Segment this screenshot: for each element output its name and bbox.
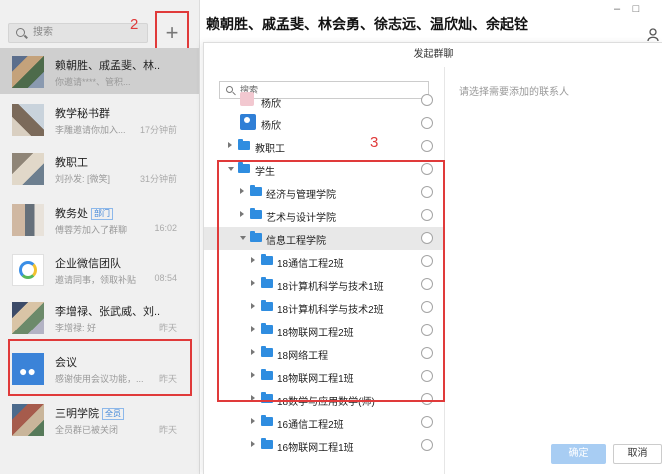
- conversation-item[interactable]: 三明学院 全员 全员群已被关闭 昨天: [0, 396, 199, 442]
- cancel-button[interactable]: 取消: [613, 444, 662, 464]
- conversation-item[interactable]: 教职工 刘孙发: [微笑] 31分钟前: [0, 145, 199, 191]
- annotation-2: 2: [130, 16, 139, 33]
- select-checkbox[interactable]: [421, 416, 433, 428]
- contact-label: 杨欣: [261, 121, 281, 132]
- conversation-name: 李增禄、张武威、刘...: [55, 306, 160, 318]
- expand-arrow-icon[interactable]: [251, 441, 255, 447]
- avatar: [12, 56, 44, 88]
- select-checkbox[interactable]: [421, 439, 433, 451]
- avatar: [240, 92, 254, 106]
- member-icon[interactable]: [647, 28, 659, 41]
- folder-icon: [261, 438, 273, 449]
- conversation-item[interactable]: 企业微信团队 邀请同事，领取补贴 08:54: [0, 246, 199, 292]
- search-placeholder: 搜索: [33, 27, 53, 38]
- contact-row[interactable]: 杨欣: [204, 112, 444, 135]
- search-input[interactable]: 搜索: [8, 23, 148, 43]
- conversation-item[interactable]: 赖朝胜、戚孟斐、林... 你邀请****、管积...: [0, 48, 199, 94]
- conversation-time: 31分钟前: [139, 174, 177, 184]
- node-label: 16通信工程2班: [277, 420, 344, 431]
- all-staff-badge: 全员: [102, 408, 124, 420]
- conversation-time: 17分钟前: [139, 125, 177, 135]
- highlight-box: [217, 160, 445, 402]
- annotation-3: 3: [370, 134, 379, 151]
- conversation-name: 三明学院 全员: [55, 405, 160, 421]
- select-checkbox[interactable]: [421, 117, 433, 129]
- conversation-item[interactable]: 教务处 部门 傅蓉芳加入了群聊 16:02: [0, 196, 199, 242]
- node-label: 16物联网工程1班: [277, 443, 354, 454]
- conversation-time: 昨天: [158, 425, 177, 435]
- conversation-preview: 傅蓉芳加入了群聊: [55, 225, 128, 235]
- minimize-button[interactable]: –: [610, 3, 624, 15]
- conversation-time: 08:54: [154, 273, 177, 283]
- chat-title: 赖朝胜、戚孟斐、林会勇、徐志远、温欣灿、余起铨: [206, 16, 528, 32]
- conversation-name: 赖朝胜、戚孟斐、林...: [55, 60, 160, 72]
- conversation-time: 昨天: [158, 323, 177, 333]
- conversation-preview: 你邀请****、管积...: [55, 77, 131, 87]
- tree-node[interactable]: 教职工: [204, 135, 444, 158]
- conversation-preview: 李雕邀请你加入...: [55, 125, 126, 135]
- conversation-preview: 刘孙发: [微笑]: [55, 174, 111, 184]
- avatar: [240, 114, 256, 130]
- conversation-name: 教职工: [55, 157, 88, 169]
- dialog-title: 发起群聊: [413, 49, 454, 60]
- conversation-preview: 邀请同事，领取补贴: [55, 275, 137, 285]
- folder-icon: [238, 139, 250, 150]
- conversation-item[interactable]: 教学秘书群 李雕邀请你加入... 17分钟前: [0, 96, 199, 142]
- confirm-button[interactable]: 确定: [551, 444, 606, 464]
- conversation-name: 企业微信团队: [55, 258, 121, 270]
- department-badge: 部门: [91, 208, 113, 220]
- conversation-time: 16:02: [154, 223, 177, 233]
- tree-node[interactable]: 16通信工程2班: [204, 411, 444, 434]
- folder-icon: [261, 415, 273, 426]
- avatar: [12, 104, 44, 136]
- highlight-box: [8, 339, 192, 396]
- wecom-logo-icon: [12, 254, 44, 286]
- avatar: [12, 302, 44, 334]
- expand-arrow-icon[interactable]: [228, 142, 232, 148]
- conversation-panel: 搜索 + 2 赖朝胜、戚孟斐、林... 你邀请****、管积... 教学秘书群 …: [0, 0, 200, 474]
- conversation-item[interactable]: 李增禄、张武威、刘... 李增禄: 好 昨天: [0, 294, 199, 340]
- conversation-name: 教务处 部门: [55, 205, 160, 221]
- conversation-preview: 全员群已被关闭: [55, 425, 119, 435]
- avatar: [12, 204, 44, 236]
- tree-node[interactable]: 16物联网工程1班: [204, 434, 444, 457]
- conversation-preview: 李增禄: 好: [55, 323, 97, 333]
- node-label: 教职工: [255, 144, 285, 155]
- conversation-name: 教学秘书群: [55, 108, 110, 120]
- avatar: [12, 404, 44, 436]
- contact-label: 杨欣: [261, 99, 281, 110]
- selection-hint: 请选择需要添加的联系人: [459, 87, 569, 98]
- select-checkbox[interactable]: [421, 140, 433, 152]
- search-icon: [16, 28, 25, 37]
- maximize-button[interactable]: □: [629, 3, 643, 15]
- select-checkbox[interactable]: [421, 94, 433, 106]
- avatar: [12, 153, 44, 185]
- expand-arrow-icon[interactable]: [251, 418, 255, 424]
